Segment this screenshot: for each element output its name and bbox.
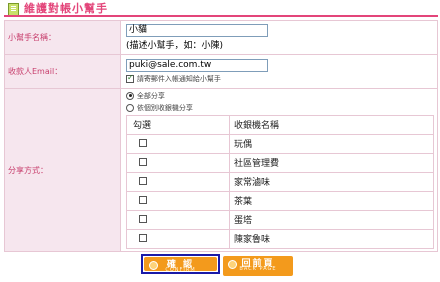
helper-name-label: 小幫手名稱： [4, 20, 121, 55]
share-option-all-label: 全部分享 [136, 91, 165, 100]
header-select: 勾選 [126, 114, 230, 135]
register-name: 玩偶 [229, 133, 434, 154]
share-option-all[interactable]: 全部分享 [126, 90, 437, 102]
table-header: 勾選 收銀機名稱 [126, 114, 434, 135]
title-divider [4, 15, 438, 17]
row-checkbox[interactable] [139, 177, 147, 185]
back-button[interactable]: 回前頁 BACK PAGE [223, 256, 293, 276]
email-label: 收款人Email： [4, 54, 121, 89]
back-sublabel: BACK PAGE [239, 266, 277, 272]
register-name: 茶葉 [229, 190, 434, 211]
radio-individual[interactable] [126, 103, 134, 112]
row-checkbox[interactable] [139, 139, 147, 147]
share-label: 分享方式： [4, 88, 121, 252]
share-option-individual-label: 依個別收銀機分享 [136, 103, 193, 112]
row-checkbox[interactable] [139, 234, 147, 242]
header-register-name: 收銀機名稱 [229, 114, 434, 135]
page-title: 維護對帳小幫手 [24, 2, 108, 15]
table-row: 家常滷味 [126, 171, 434, 192]
helper-form: 小幫手名稱： 小貓 (描述小幫手，如：小陳) 收款人Email： puki@sa… [4, 20, 438, 252]
helper-name-input[interactable]: 小貓 [126, 24, 268, 37]
register-name: 社區管理費 [229, 152, 434, 173]
register-table: 勾選 收銀機名稱 玩偶 社區管理費 家常滷味 茶葉 蛋塔 陳家魯味 [126, 114, 434, 249]
register-name: 家常滷味 [229, 171, 434, 192]
page-header: 維護對帳小幫手 [4, 0, 438, 18]
row-checkbox[interactable] [139, 196, 147, 204]
share-option-individual[interactable]: 依個別收銀機分享 [126, 102, 437, 114]
row-checkbox[interactable] [139, 215, 147, 223]
table-row: 蛋塔 [126, 209, 434, 230]
table-row: 社區管理費 [126, 152, 434, 173]
confirm-sublabel: CONFIRM [165, 267, 196, 273]
register-name: 蛋塔 [229, 209, 434, 230]
table-row: 陳家魯味 [126, 228, 434, 249]
row-checkbox[interactable] [139, 158, 147, 166]
register-name: 陳家魯味 [229, 228, 434, 249]
table-row: 玩偶 [126, 133, 434, 154]
email-input[interactable]: puki@sale.com.tw [126, 58, 268, 72]
radio-all[interactable] [126, 91, 134, 100]
helper-name-hint: (描述小幫手，如：小陳) [126, 41, 224, 51]
notify-checkbox[interactable] [126, 73, 134, 83]
notify-label: 請寄郵件入帳通知給小幫手 [136, 74, 221, 83]
confirm-button[interactable]: 確 認 CONFIRM [141, 254, 220, 274]
table-row: 茶葉 [126, 190, 434, 211]
